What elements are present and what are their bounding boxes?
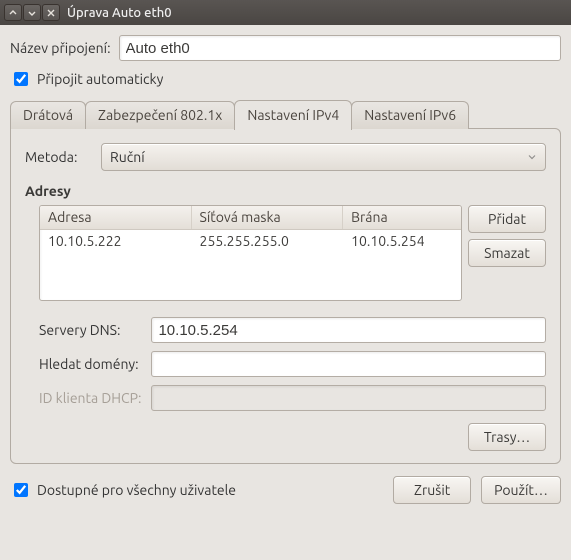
method-select[interactable]: Ruční <box>101 143 546 171</box>
search-domains-label: Hledat domény: <box>39 356 141 372</box>
addresses-table-header: Adresa Síťová maska Brána <box>40 206 461 230</box>
table-row[interactable]: 10.10.5.222 255.255.255.0 10.10.5.254 <box>40 230 461 252</box>
dhcp-client-id-label: ID klienta DHCP: <box>39 390 141 406</box>
all-users-checkbox-input[interactable] <box>14 483 28 497</box>
apply-button[interactable]: Použít… <box>481 476 561 504</box>
connection-name-input[interactable] <box>119 35 561 61</box>
window-title: Úprava Auto eth0 <box>67 6 172 20</box>
dns-input[interactable] <box>151 317 546 343</box>
col-address: Adresa <box>40 206 192 229</box>
cell-gateway: 10.10.5.254 <box>343 230 461 252</box>
tab-strip: Drátová Zabezpečení 802.1x Nastavení IPv… <box>10 99 561 129</box>
tab-ipv4-settings[interactable]: Nastavení IPv4 <box>234 100 352 130</box>
add-button[interactable]: Přidat <box>468 205 546 233</box>
all-users-label: Dostupné pro všechny uživatele <box>37 482 236 498</box>
tab-security-8021x[interactable]: Zabezpečení 802.1x <box>85 101 235 129</box>
tab-wired[interactable]: Drátová <box>10 101 86 129</box>
tab-ipv6-settings[interactable]: Nastavení IPv6 <box>351 101 469 129</box>
method-label: Metoda: <box>25 149 93 165</box>
col-gateway: Brána <box>343 206 461 229</box>
dhcp-client-id-input <box>151 385 546 411</box>
cell-netmask: 255.255.255.0 <box>192 230 344 252</box>
window-maximize-button[interactable] <box>23 4 41 21</box>
auto-connect-checkbox[interactable]: Připojit automaticky <box>10 69 561 89</box>
routes-button[interactable]: Trasy… <box>468 423 546 451</box>
auto-connect-label: Připojit automaticky <box>37 71 163 87</box>
cell-address: 10.10.5.222 <box>40 230 192 252</box>
cancel-button[interactable]: Zrušit <box>393 476 471 504</box>
dns-label: Servery DNS: <box>39 322 141 338</box>
col-netmask: Síťová maska <box>192 206 344 229</box>
chevron-down-icon <box>527 152 537 162</box>
auto-connect-checkbox-input[interactable] <box>14 72 28 86</box>
addresses-heading: Adresy <box>25 183 546 199</box>
all-users-checkbox[interactable]: Dostupné pro všechny uživatele <box>10 480 236 500</box>
search-domains-input[interactable] <box>151 351 546 377</box>
ipv4-panel: Metoda: Ruční Adresy Adresa Síťová maska… <box>10 128 561 464</box>
window-close-button[interactable] <box>42 4 60 21</box>
method-select-value: Ruční <box>110 149 145 165</box>
window-minimize-button[interactable] <box>4 4 22 21</box>
window-titlebar: Úprava Auto eth0 <box>0 0 571 25</box>
connection-name-label: Název připojení: <box>10 40 111 56</box>
addresses-table[interactable]: Adresa Síťová maska Brána 10.10.5.222 25… <box>39 205 462 301</box>
delete-button[interactable]: Smazat <box>468 239 546 267</box>
